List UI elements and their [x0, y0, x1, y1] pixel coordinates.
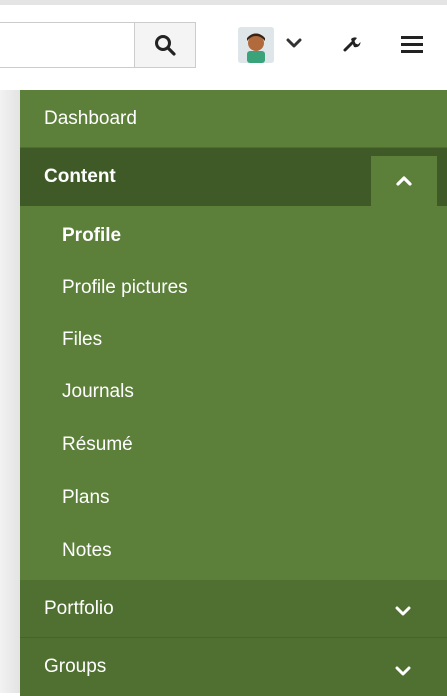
subnav-item-profile[interactable]: Profile: [20, 210, 447, 262]
subnav-item-journals[interactable]: Journals: [20, 366, 447, 418]
groups-expand-toggle[interactable]: [390, 661, 416, 681]
avatar-icon: [238, 27, 274, 63]
nav-label: Dashboard: [44, 107, 137, 129]
subnav-label: Résumé: [62, 434, 133, 455]
search-icon: [155, 35, 176, 56]
subnav-label: Notes: [62, 540, 112, 561]
admin-button[interactable]: [340, 33, 362, 55]
user-avatar[interactable]: [238, 27, 274, 63]
chevron-down-icon: [395, 606, 411, 616]
subnav-item-notes[interactable]: Notes: [20, 525, 447, 577]
subnav-label: Journals: [62, 381, 134, 402]
subnav-item-profile-pictures[interactable]: Profile pictures: [20, 262, 447, 314]
nav-item-portfolio[interactable]: Portfolio: [20, 580, 447, 638]
nav-label: Content: [44, 166, 116, 187]
nav-item-dashboard[interactable]: Dashboard: [20, 90, 447, 148]
portfolio-expand-toggle[interactable]: [390, 601, 416, 621]
sidebar-shadow: [0, 90, 20, 693]
subnav-item-resume[interactable]: Résumé: [20, 419, 447, 471]
subnav-item-plans[interactable]: Plans: [20, 472, 447, 524]
subnav-label: Profile pictures: [62, 277, 188, 298]
subnav-label: Profile: [62, 225, 122, 246]
subnav-item-files[interactable]: Files: [20, 314, 447, 366]
hamburger-menu-icon: [401, 36, 423, 53]
chevron-up-icon: [396, 176, 412, 186]
nav-item-groups[interactable]: Groups: [20, 638, 447, 696]
search-input[interactable]: [0, 22, 134, 68]
wrench-icon: [343, 37, 361, 52]
subnav-label: Files: [62, 329, 103, 350]
main-menu-button[interactable]: [399, 33, 425, 55]
sidebar-nav: Dashboard Content Profile Profile pictur…: [20, 90, 447, 696]
nav-label: Groups: [44, 656, 107, 677]
search-button[interactable]: [134, 22, 196, 68]
chevron-down-icon: [395, 666, 411, 676]
content-collapse-toggle[interactable]: [371, 156, 437, 206]
nav-label: Portfolio: [44, 597, 114, 619]
chevron-down-icon: [286, 38, 302, 48]
subnav-label: Plans: [62, 487, 110, 508]
top-divider: [0, 0, 447, 5]
avatar-dropdown-button[interactable]: [284, 33, 304, 53]
top-bar: [0, 0, 447, 90]
